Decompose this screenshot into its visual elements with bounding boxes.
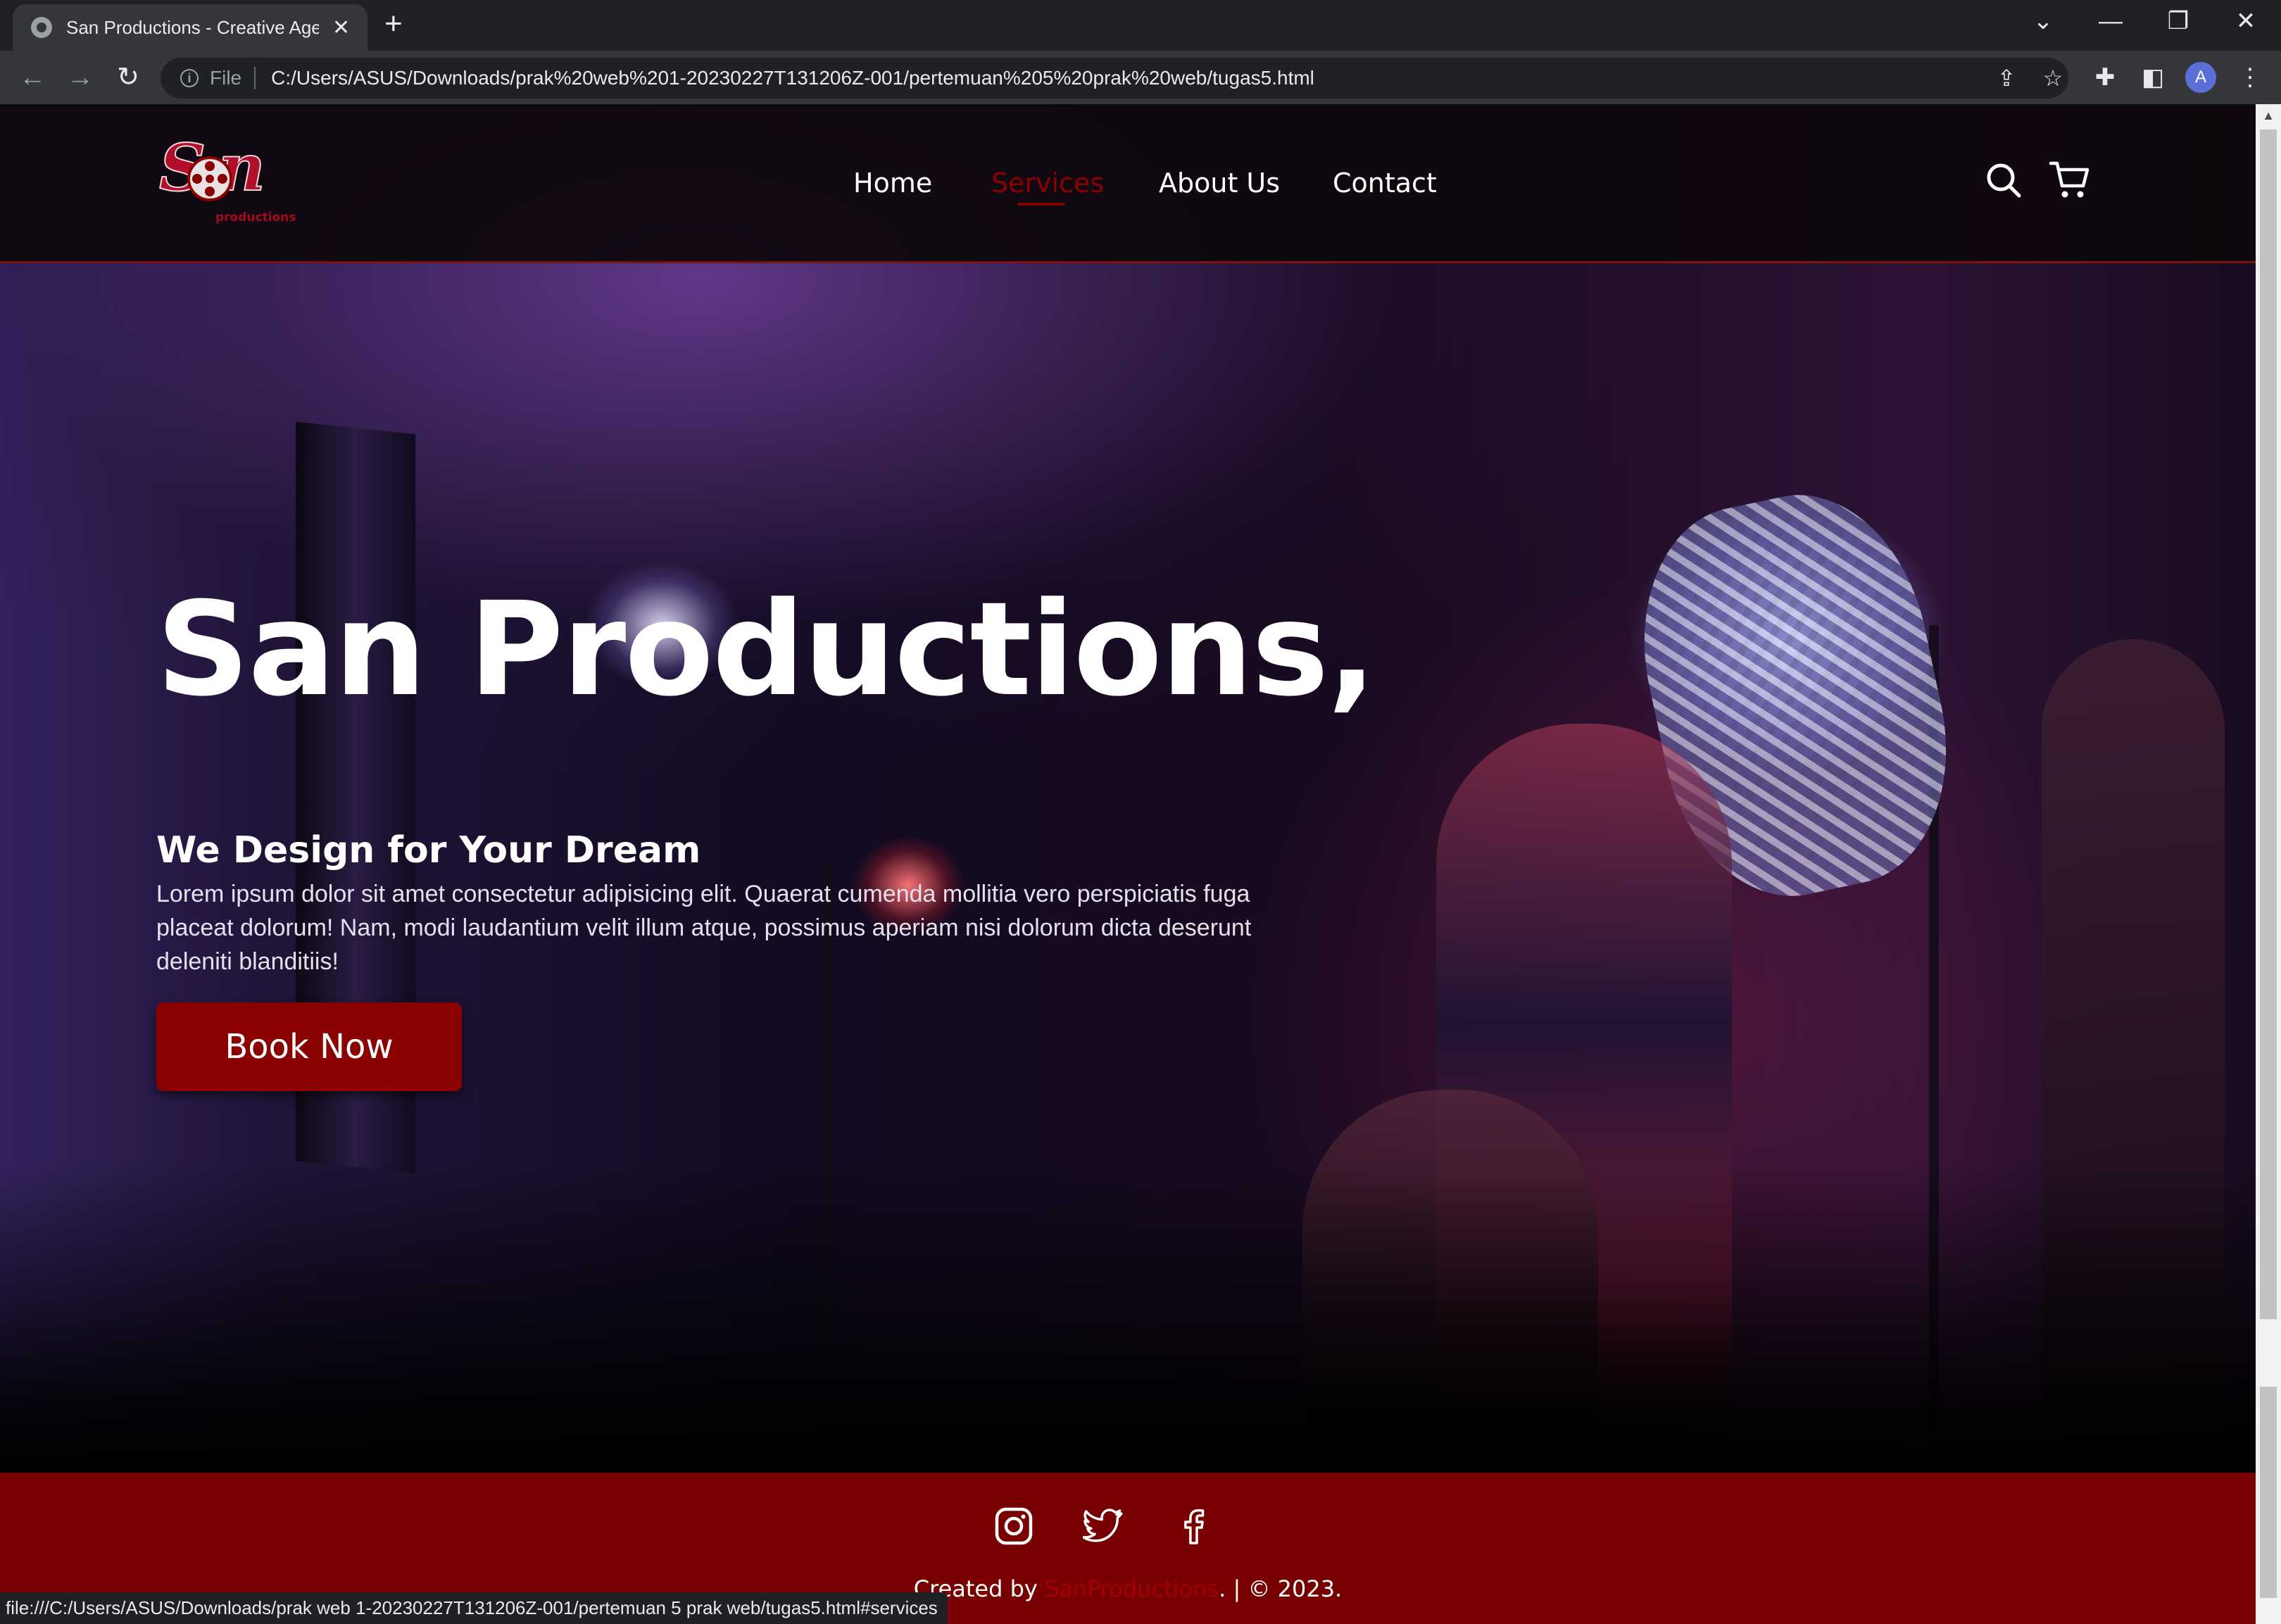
hero-description: Lorem ipsum dolor sit amet consectetur a…	[156, 881, 1252, 975]
nav-active-underline	[1018, 203, 1064, 206]
search-icon[interactable]	[1984, 160, 2023, 200]
side-panel-icon[interactable]: ◧	[2136, 65, 2170, 90]
address-bar[interactable]: i File C:/Users/ASUS/Downloads/prak%20we…	[161, 58, 2068, 99]
page-scrollbar[interactable]: ▲	[2256, 104, 2281, 1624]
profile-avatar[interactable]: A	[2185, 62, 2216, 93]
url-text[interactable]: C:/Users/ASUS/Downloads/prak%20web%201-2…	[271, 67, 1314, 89]
omnibox-divider	[254, 67, 256, 89]
facebook-icon[interactable]	[1173, 1505, 1215, 1547]
scroll-up-arrow[interactable]: ▲	[2256, 108, 2281, 123]
nav-services[interactable]: Services	[991, 162, 1104, 204]
twitter-icon[interactable]	[1083, 1505, 1125, 1547]
globe-icon	[31, 17, 52, 38]
reload-icon[interactable]: ↻	[111, 63, 145, 92]
hero-title: San Productions,	[156, 574, 1376, 725]
instagram-icon[interactable]	[993, 1505, 1035, 1547]
extensions-icon[interactable]: ✚	[2088, 65, 2122, 90]
hero-subtitle: We Design for Your Dream	[156, 829, 701, 871]
tab-strip: San Productions - Creative Agenc ✕ + ⌄ —…	[0, 0, 2281, 51]
cart-icon[interactable]	[2049, 159, 2091, 200]
restore-icon[interactable]: ❐	[2157, 7, 2199, 35]
nav-contact[interactable]: Contact	[1333, 162, 1437, 204]
star-icon[interactable]: ☆	[2037, 66, 2068, 90]
close-icon[interactable]: ✕	[327, 15, 355, 40]
nav-about-us[interactable]: About Us	[1159, 162, 1280, 204]
book-now-button[interactable]: Book Now	[156, 1002, 462, 1091]
hero-fade-overlay	[0, 1160, 2256, 1473]
scrollbar-thumb[interactable]	[2260, 130, 2277, 1319]
scrollbar-track-segment	[2260, 1387, 2277, 1598]
page-viewport: S n productions Home Services About Us C…	[0, 104, 2256, 1624]
plus-icon[interactable]: +	[384, 8, 403, 39]
main-nav: Home Services About Us Contact	[0, 162, 2256, 204]
minimize-icon[interactable]: —	[2090, 7, 2132, 35]
file-label: File	[210, 67, 242, 89]
status-bubble: file:///C:/Users/ASUS/Downloads/prak web…	[0, 1592, 948, 1624]
share-icon[interactable]: ⇪	[1991, 66, 2022, 90]
footer-brand-link[interactable]: SanProductions	[1045, 1575, 1219, 1602]
info-icon[interactable]: i	[180, 69, 199, 87]
nav-home[interactable]: Home	[853, 162, 932, 204]
close-window-icon[interactable]: ✕	[2225, 7, 2267, 35]
menu-icon[interactable]: ⋮	[2233, 65, 2267, 90]
back-icon[interactable]: ←	[15, 63, 49, 92]
credit-suffix: . | © 2023.	[1219, 1575, 1343, 1602]
browser-toolbar: ← → ↻ i File C:/Users/ASUS/Downloads/pra…	[0, 51, 2281, 104]
chevron-down-icon[interactable]: ⌄	[2022, 7, 2064, 35]
browser-tab[interactable]: San Productions - Creative Agenc ✕	[13, 4, 367, 51]
site-header: S n productions Home Services About Us C…	[0, 104, 2256, 263]
forward-icon[interactable]: →	[63, 63, 97, 92]
logo-text: productions	[215, 210, 296, 225]
tab-title: San Productions - Creative Agenc	[66, 16, 320, 38]
